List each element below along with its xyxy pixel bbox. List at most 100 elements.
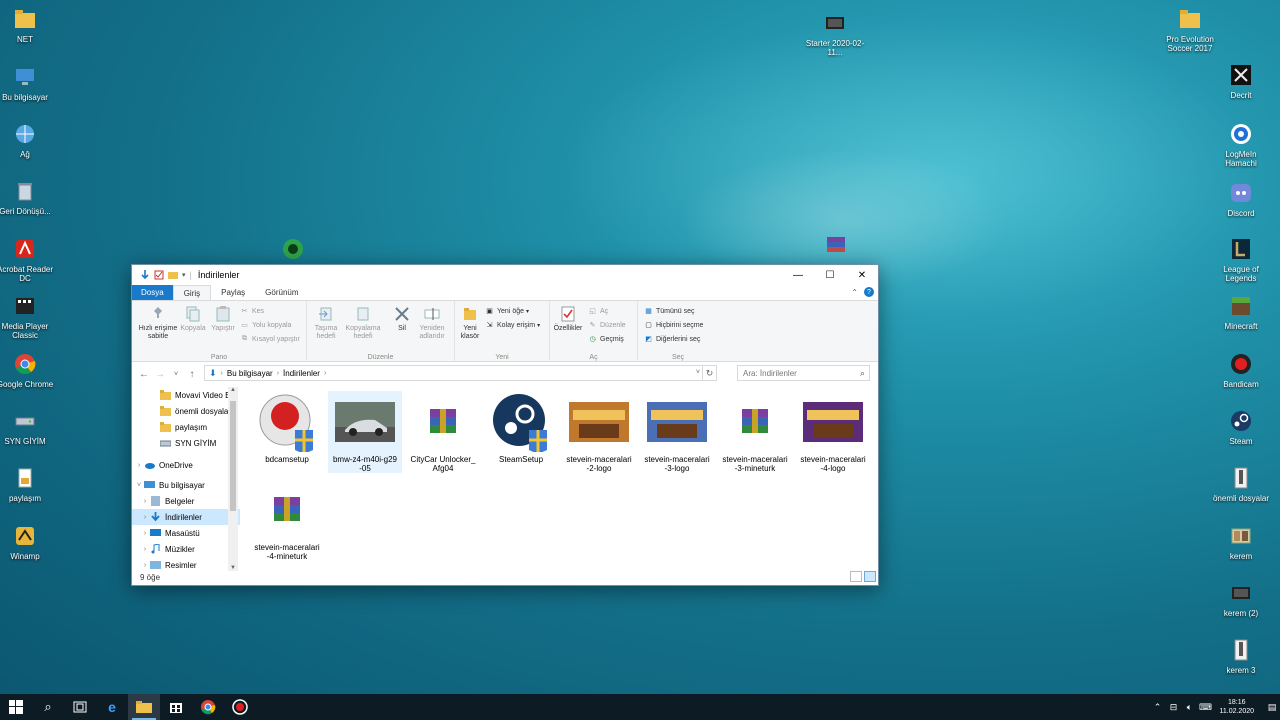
cut-button[interactable]: ✂ Kes [240, 305, 265, 317]
up-button[interactable]: ↑ [184, 366, 200, 382]
nav-item[interactable]: önemli dosyalar [132, 403, 240, 419]
search-taskbar-button[interactable]: ⌕ [32, 694, 64, 720]
collapse-ribbon-icon[interactable]: ⌃ [851, 288, 858, 297]
file-item[interactable]: bdcamsetup [250, 391, 324, 464]
scroll-up-arrow[interactable]: ▲ [228, 387, 238, 393]
new-item-button[interactable]: ▣ Yeni öğe ▾ [485, 305, 529, 317]
greenshot-desktop-icon[interactable] [263, 236, 323, 265]
breadcrumb-downloads[interactable]: İndirilenler [283, 369, 320, 378]
file-item[interactable]: stevein-maceralari-3-logo [640, 391, 714, 473]
file-explorer-window[interactable]: ▾ | İndirilenler — ☐ ✕ Dosya Giriş Payla… [131, 264, 879, 586]
desktop-shortcut[interactable]: Geri Dönüşü... [0, 178, 55, 216]
invert-selection-button[interactable]: ◩ Diğerlerini seç [644, 333, 700, 345]
properties-icon[interactable] [154, 270, 164, 280]
move-to-button[interactable]: Taşıma hedefi [312, 305, 340, 341]
help-icon[interactable]: ? [864, 287, 874, 297]
file-item[interactable]: SteamSetup [484, 391, 558, 464]
edge-button[interactable]: e [96, 694, 128, 720]
desktop-shortcut[interactable]: League of Legends [1211, 236, 1271, 283]
input-language-icon[interactable]: ⌨ [1197, 702, 1213, 713]
paste-button[interactable]: Yapıştır [208, 305, 238, 333]
desktop-shortcut[interactable]: Media Player Classic [0, 293, 55, 340]
delete-button[interactable]: Sil [391, 305, 413, 333]
file-item[interactable]: stevein-maceralari-2-logo [562, 391, 636, 473]
address-bar[interactable]: ⬇ › Bu bilgisayar › İndirilenler › ˅ ↻ [204, 365, 717, 381]
nav-item[interactable]: › Belgeler [132, 493, 240, 509]
chevron-icon[interactable]: › [134, 462, 144, 469]
network-icon[interactable]: ⊟ [1165, 702, 1181, 713]
select-none-button[interactable]: ▢ Hiçbirini seçme [644, 319, 703, 331]
chevron-icon[interactable]: › [140, 546, 150, 553]
nav-item[interactable]: › İndirilenler [132, 509, 240, 525]
history-button[interactable]: ◷ Geçmiş [588, 333, 623, 345]
nav-item[interactable]: › OneDrive [132, 457, 240, 473]
edit-button[interactable]: ✎ Düzenle [588, 319, 626, 331]
clock[interactable]: 18:16 11.02.2020 [1219, 698, 1254, 716]
desktop-shortcut[interactable]: NET [0, 6, 55, 44]
nav-item[interactable]: paylaşım [132, 419, 240, 435]
file-explorer-taskbar-button[interactable] [128, 694, 160, 720]
desktop-shortcut[interactable]: LogMeIn Hamachi [1211, 121, 1271, 168]
desktop-shortcut[interactable]: Decrit [1211, 62, 1271, 100]
pin-quick-access-button[interactable]: Hızlı erişime sabitle [136, 305, 180, 341]
close-button[interactable]: ✕ [846, 265, 878, 285]
bandicam-taskbar-button[interactable] [224, 694, 256, 720]
nav-item[interactable]: SYN GİYİM [132, 435, 240, 451]
desktop-shortcut[interactable]: Ağ [0, 121, 55, 159]
chevron-up-icon[interactable]: ⌃ [1149, 702, 1165, 713]
desktop-shortcut[interactable]: Bandicam [1211, 351, 1271, 389]
desktop-shortcut[interactable]: kerem [1211, 523, 1271, 561]
desktop-shortcut[interactable]: Google Chrome [0, 351, 55, 389]
file-item[interactable]: bmw-z4-m40i-g29-05 [328, 391, 402, 473]
nav-item[interactable]: ˅ Bu bilgisayar [132, 477, 240, 493]
recent-dropdown-button[interactable]: ˅ [168, 366, 184, 382]
copy-path-button[interactable]: ▭ Yolu kopyala [240, 319, 291, 331]
chevron-icon[interactable]: ˅ [134, 482, 144, 489]
breadcrumb-this-pc[interactable]: Bu bilgisayar [227, 369, 273, 378]
paste-shortcut-button[interactable]: ⧉ Kısayol yapıştır [240, 333, 300, 345]
refresh-icon[interactable]: ↻ [702, 366, 716, 380]
tab-view[interactable]: Görünüm [255, 285, 308, 300]
rename-button[interactable]: Yeniden adlandır [415, 305, 449, 341]
nav-item[interactable]: › Masaüstü [132, 525, 240, 541]
desktop-shortcut[interactable]: SYN GİYİM [0, 408, 55, 446]
winrar-desktop-icon[interactable] [806, 232, 866, 261]
file-item[interactable]: stevein-maceralari-3-mineturk [718, 391, 792, 473]
desktop-shortcut[interactable]: Pro Evolution Soccer 2017 [1160, 6, 1220, 53]
minimize-button[interactable]: — [782, 265, 814, 285]
desktop-shortcut[interactable]: Minecraft [1211, 293, 1271, 331]
store-button[interactable] [160, 694, 192, 720]
easy-access-button[interactable]: ⇲ Kolay erişim ▾ [485, 319, 541, 331]
desktop-shortcut[interactable]: paylaşım [0, 465, 55, 503]
scroll-thumb[interactable] [230, 401, 236, 511]
properties-button[interactable]: Özellikler [553, 305, 583, 333]
quick-access-dropdown-icon[interactable]: ▾ [182, 271, 186, 279]
file-item[interactable]: stevein-maceralari-4-mineturk [250, 479, 324, 561]
select-all-button[interactable]: ▦ Tümünü seç [644, 305, 694, 317]
desktop-shortcut[interactable]: önemli dosyalar [1211, 465, 1271, 503]
desktop-shortcut[interactable]: kerem 3 [1211, 637, 1271, 675]
desktop-shortcut[interactable]: Acrobat Reader DC [0, 236, 55, 283]
tab-home[interactable]: Giriş [172, 285, 212, 300]
search-input[interactable]: Ara: İndirilenler ⌕ [737, 365, 870, 381]
back-button[interactable]: ← [136, 366, 152, 382]
desktop-shortcut[interactable]: Winamp [0, 523, 55, 561]
open-button[interactable]: ◱ Aç [588, 305, 608, 317]
file-item[interactable]: CityCar Unlocker_Afg04 [406, 391, 480, 473]
chrome-taskbar-button[interactable] [192, 694, 224, 720]
nav-scrollbar[interactable]: ▲ ▼ [228, 387, 238, 571]
desktop-shortcut[interactable]: Steam [1211, 408, 1271, 446]
desktop-shortcut[interactable]: kerem (2) [1211, 580, 1271, 618]
chevron-icon[interactable]: › [140, 530, 150, 537]
large-icons-view-button[interactable] [864, 571, 876, 582]
file-item[interactable]: stevein-maceralari-4-logo [796, 391, 870, 473]
forward-button[interactable]: → [152, 366, 168, 382]
desktop-shortcut[interactable]: Bu bilgisayar [0, 64, 55, 102]
details-view-button[interactable] [850, 571, 862, 582]
copy-to-button[interactable]: Kopyalama hedefi [343, 305, 383, 341]
desktop-shortcut[interactable]: Starter 2020-02-11... [805, 10, 865, 57]
task-view-button[interactable] [64, 694, 96, 720]
copy-button[interactable]: Kopyala [178, 305, 208, 333]
new-folder-icon[interactable] [168, 270, 178, 280]
notifications-icon[interactable]: ▤ [1264, 702, 1280, 713]
